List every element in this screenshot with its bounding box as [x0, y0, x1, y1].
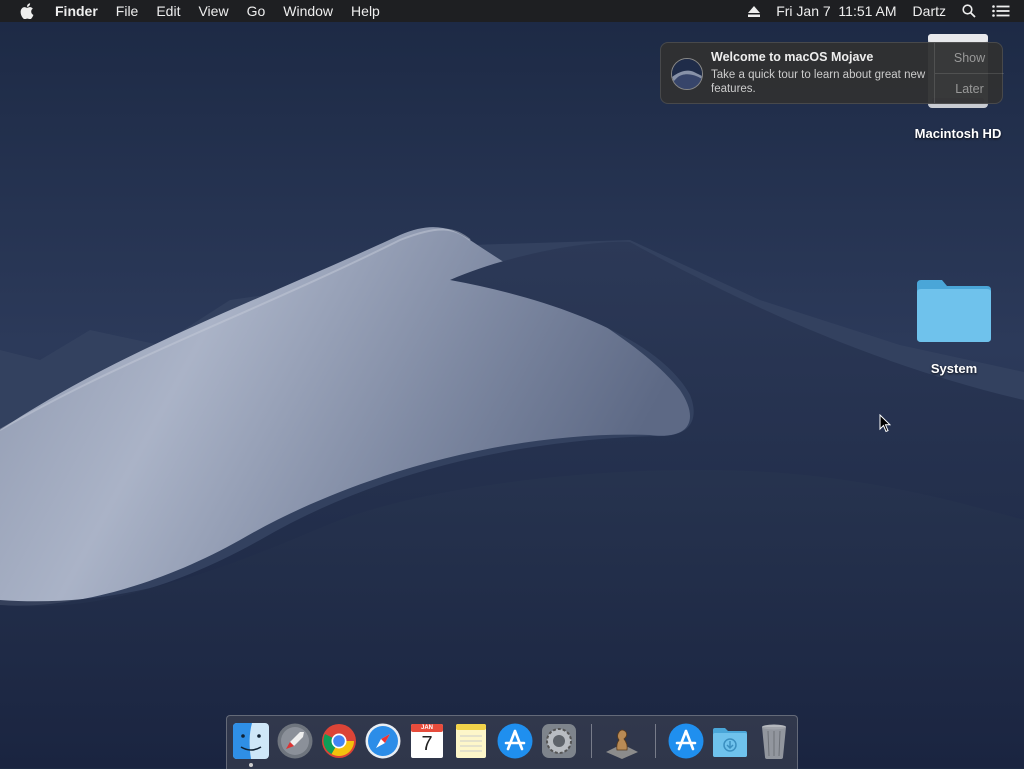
- dock-applications[interactable]: [667, 722, 705, 760]
- dock-separator: [591, 724, 592, 758]
- folder-icon: [914, 278, 994, 344]
- chess-icon: [606, 729, 638, 759]
- notification-title: Welcome to macOS Mojave: [711, 50, 874, 64]
- dock-notes[interactable]: [452, 722, 490, 760]
- dock-safari[interactable]: [364, 722, 402, 760]
- dock-downloads[interactable]: [711, 722, 749, 760]
- menu-bar: Finder File Edit View Go Window Help Fri…: [0, 0, 1024, 22]
- chrome-icon: [322, 724, 356, 758]
- menu-window[interactable]: Window: [274, 0, 342, 22]
- calendar-month: JAN: [420, 725, 433, 731]
- apple-menu-icon[interactable]: [0, 0, 46, 22]
- dock-separator: [655, 724, 656, 758]
- menubar-user[interactable]: Dartz: [905, 0, 954, 22]
- calendar-day: 7: [421, 733, 433, 755]
- desktop-wallpaper: [0, 0, 1024, 768]
- dock-trash[interactable]: [755, 722, 793, 760]
- trash-icon: [762, 724, 786, 759]
- notification-center-icon[interactable]: [984, 0, 1024, 22]
- menubar-clock[interactable]: Fri Jan 7 11:51 AM: [768, 0, 904, 22]
- dock-system-preferences[interactable]: [540, 722, 578, 760]
- app-menu-finder[interactable]: Finder: [46, 0, 107, 22]
- welcome-notification[interactable]: Welcome to macOS Mojave Take a quick tou…: [660, 42, 1004, 104]
- dock-chrome[interactable]: [320, 722, 358, 760]
- running-indicator: [249, 763, 253, 767]
- macos-mojave-icon: [671, 58, 703, 90]
- downloads-folder-icon: [713, 728, 747, 757]
- dock-app-store[interactable]: [496, 722, 534, 760]
- mouse-cursor-icon: [879, 414, 891, 433]
- system-preferences-icon: [542, 724, 576, 758]
- spotlight-search-icon[interactable]: [954, 0, 984, 22]
- finder-icon: [233, 723, 269, 759]
- menu-go[interactable]: Go: [238, 0, 275, 22]
- menu-file[interactable]: File: [107, 0, 148, 22]
- menu-view[interactable]: View: [189, 0, 237, 22]
- dock-finder[interactable]: [232, 722, 270, 760]
- desktop-item-system[interactable]: System: [900, 278, 1008, 376]
- show-button[interactable]: Show: [935, 43, 1004, 73]
- eject-icon[interactable]: [740, 0, 768, 22]
- app-store-icon: [497, 723, 533, 759]
- dock-chess[interactable]: [603, 722, 641, 760]
- menu-edit[interactable]: Edit: [147, 0, 189, 22]
- dock-calendar[interactable]: JAN 7: [408, 722, 446, 760]
- safari-icon: [365, 723, 401, 759]
- dock: JAN 7: [226, 715, 798, 769]
- launchpad-icon: [277, 723, 313, 759]
- applications-folder-icon: [668, 723, 704, 759]
- desktop-item-label: System: [930, 361, 978, 376]
- notification-body: Take a quick tour to learn about great n…: [711, 69, 926, 95]
- desktop-item-label: Macintosh HD: [914, 126, 1002, 141]
- notes-icon: [456, 724, 486, 758]
- later-button[interactable]: Later: [935, 73, 1004, 104]
- notification-actions: Show Later: [934, 43, 1004, 103]
- menu-help[interactable]: Help: [342, 0, 389, 22]
- dock-launchpad[interactable]: [276, 722, 314, 760]
